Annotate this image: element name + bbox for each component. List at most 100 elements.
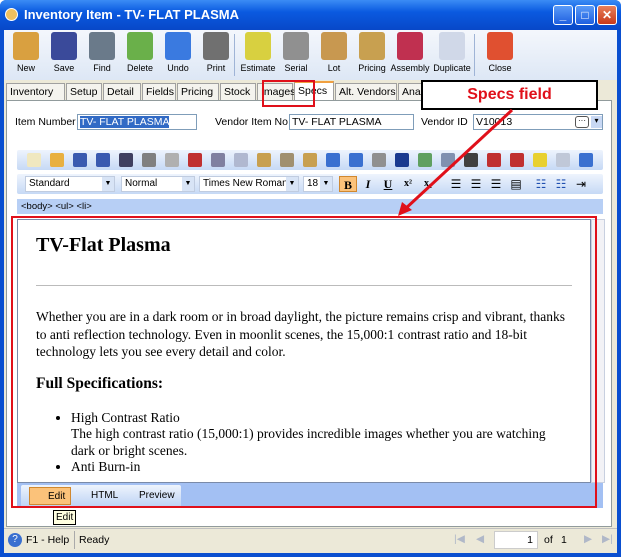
toolbar-label: Find: [93, 63, 111, 73]
cut-icon[interactable]: [211, 153, 225, 167]
assembly-icon: [397, 32, 423, 60]
first-page-button[interactable]: |◀: [454, 533, 465, 545]
tab-pricing[interactable]: Pricing: [177, 83, 219, 100]
toolbar-label: New: [16, 63, 35, 73]
toolbar-close-button[interactable]: Close: [480, 32, 520, 73]
font-select[interactable]: Times New Roman ▼: [199, 176, 299, 192]
toolbar-label: Save: [53, 63, 75, 73]
print-icon[interactable]: [142, 153, 156, 167]
tab-fields[interactable]: Fields: [142, 83, 176, 100]
minimize-button[interactable]: _: [553, 5, 573, 25]
tab-setup[interactable]: Setup: [66, 83, 102, 100]
horizontal-rule-icon[interactable]: [464, 153, 478, 167]
help-hint: F1 - Help: [26, 534, 70, 546]
page-input[interactable]: 1: [494, 531, 538, 549]
barcode-icon: [283, 32, 309, 60]
item-number-input[interactable]: TV- FLAT PLASMA: [77, 114, 197, 130]
toolbar-print-button[interactable]: Print: [196, 32, 236, 73]
binoculars-icon: [89, 32, 115, 60]
toolbar-label: Print: [206, 63, 226, 73]
duplicate-icon: [439, 32, 465, 60]
italic-button[interactable]: I: [359, 176, 377, 192]
toolbar-label: Lot: [327, 63, 341, 73]
toolbar-label: Delete: [126, 63, 153, 73]
last-page-button[interactable]: ▶|: [602, 533, 613, 545]
numbered-list-icon[interactable]: ☷: [532, 176, 550, 192]
subscript-button[interactable]: x₂: [419, 176, 437, 192]
align-right-icon[interactable]: ☰: [487, 176, 505, 192]
underline-button[interactable]: U: [379, 176, 397, 192]
undo-arrow-icon: [165, 32, 191, 60]
bold-button[interactable]: B: [339, 176, 357, 192]
item-number-label: Item Number: [15, 116, 76, 128]
close-window-button[interactable]: ✕: [597, 5, 617, 25]
align-left-icon[interactable]: ☰: [447, 176, 465, 192]
toolbar-delete-button[interactable]: Delete: [120, 32, 160, 73]
close-doc-icon: [487, 32, 513, 60]
line-break-icon[interactable]: [579, 153, 593, 167]
bullet-list-icon[interactable]: ☷: [552, 176, 570, 192]
toolbar-label: Serial: [284, 63, 308, 73]
toolbar-separator: [234, 34, 235, 76]
size-select[interactable]: 18 ▼: [303, 176, 333, 192]
indent-icon[interactable]: ⇥: [572, 176, 590, 192]
new-doc-icon[interactable]: [27, 153, 41, 167]
print-preview-icon[interactable]: [165, 153, 179, 167]
estimate-icon: [245, 32, 271, 60]
undo-icon[interactable]: [326, 153, 340, 167]
toolbar-undo-button[interactable]: Undo: [158, 32, 198, 73]
toolbar-duplicate-button[interactable]: Duplicate: [432, 32, 472, 73]
toolbar-estimate-button[interactable]: Estimate: [238, 32, 278, 73]
tab-inventory[interactable]: Inventory: [6, 83, 65, 100]
toolbar-find-button[interactable]: Find: [82, 32, 122, 73]
form-icon[interactable]: [510, 153, 524, 167]
link-icon[interactable]: [372, 153, 386, 167]
specs-field-highlight: [11, 216, 597, 508]
app-icon: [5, 8, 18, 21]
image-icon[interactable]: [418, 153, 432, 167]
vendor-lookup-button[interactable]: ···: [575, 116, 589, 128]
paste-icon[interactable]: [257, 153, 271, 167]
copy-icon[interactable]: [234, 153, 248, 167]
vendor-dropdown-button[interactable]: ▾: [591, 116, 602, 128]
save-icon[interactable]: [73, 153, 87, 167]
status-bar: ? F1 - Help Ready |◀ ◀ 1 of 1 ▶ ▶|: [4, 528, 617, 552]
toolbar-pricing-button[interactable]: Pricing: [352, 32, 392, 73]
paste-text-icon[interactable]: [303, 153, 317, 167]
tab-stock[interactable]: Stock: [220, 83, 256, 100]
save-as-icon[interactable]: [96, 153, 110, 167]
pdf-export-icon[interactable]: [188, 153, 202, 167]
prev-page-button[interactable]: ◀: [476, 533, 484, 545]
toolbar-assembly-button[interactable]: Assembly: [390, 32, 430, 73]
help-icon: ?: [8, 533, 22, 547]
tab-alt-vendors[interactable]: Alt. Vendors: [335, 83, 397, 100]
open-folder-icon[interactable]: [50, 153, 64, 167]
tab-detail[interactable]: Detail: [103, 83, 141, 100]
textbox-icon[interactable]: [556, 153, 570, 167]
table-icon[interactable]: [441, 153, 455, 167]
specs-field-callout: Specs field: [421, 80, 598, 110]
element-path-bar: <body> <ul> <li>: [17, 199, 603, 214]
paste-special-icon[interactable]: [280, 153, 294, 167]
find-icon[interactable]: [119, 153, 133, 167]
toolbar-lot-button[interactable]: Lot: [314, 32, 354, 73]
align-center-icon[interactable]: ☰: [467, 176, 485, 192]
next-page-button[interactable]: ▶: [584, 533, 592, 545]
paragraph-select[interactable]: Normal ▼: [121, 176, 195, 192]
superscript-button[interactable]: x²: [399, 176, 417, 192]
toolbar-serial-button[interactable]: Serial: [276, 32, 316, 73]
maximize-button[interactable]: □: [575, 5, 595, 25]
redo-icon[interactable]: [349, 153, 363, 167]
anchor-icon[interactable]: [395, 153, 409, 167]
symbol-icon[interactable]: [487, 153, 501, 167]
floppy-icon: [51, 32, 77, 60]
toolbar-save-button[interactable]: Save: [44, 32, 84, 73]
justify-icon[interactable]: ▤: [507, 176, 525, 192]
clock-icon[interactable]: [533, 153, 547, 167]
vendor-id-label: Vendor ID: [421, 116, 468, 128]
new-item-icon: [13, 32, 39, 60]
window-title: Inventory Item - TV- FLAT PLASMA: [24, 7, 239, 22]
toolbar-new-button[interactable]: New: [6, 32, 46, 73]
style-select[interactable]: Standard ▼: [25, 176, 115, 192]
vendor-item-input[interactable]: TV- FLAT PLASMA: [289, 114, 414, 130]
